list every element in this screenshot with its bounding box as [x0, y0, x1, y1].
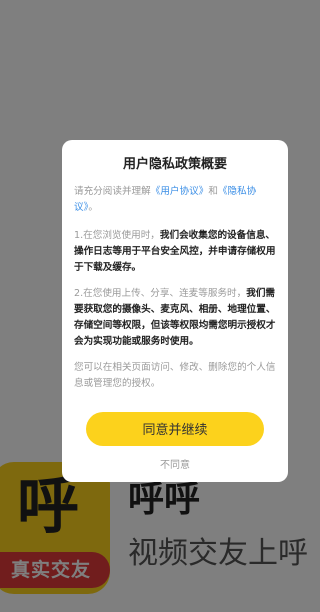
manage-info-paragraph: 您可以在相关页面访问、修改、删除您的个人信息或管理您的授权。 [74, 362, 276, 389]
intro-prefix: 请充分阅读并理解 [74, 186, 151, 197]
permissions-lead: 2.在您使用上传、分享、连麦等服务时， [74, 288, 247, 299]
intro-and: 和 [208, 186, 218, 197]
device-info-paragraph: 1.在您浏览使用时，我们会收集您的设备信息、操作日志等用于平台安全风控，并申请存… [74, 228, 276, 276]
agree-continue-button[interactable]: 同意并继续 [86, 412, 264, 446]
intro-suffix: 。 [88, 202, 98, 213]
device-info-lead: 1.在您浏览使用时， [74, 230, 160, 241]
dialog-title: 用户隐私政策概要 [122, 157, 227, 172]
user-agreement-link[interactable]: 《用户协议》 [151, 186, 209, 197]
screen: 呼 真实交友 呼呼 视频交友上呼 用户隐私政策概要 请充分阅读并理解《用户协议》… [0, 0, 320, 612]
permissions-paragraph: 2.在您使用上传、分享、连麦等服务时，我们需要获取您的摄像头、麦克风、相册、地理… [74, 286, 276, 350]
intro-paragraph: 请充分阅读并理解《用户协议》和《隐私协议》。 [74, 184, 276, 216]
disagree-button[interactable]: 不同意 [62, 458, 288, 474]
privacy-dialog: 用户隐私政策概要 请充分阅读并理解《用户协议》和《隐私协议》。 1.在您浏览使用… [62, 140, 288, 482]
